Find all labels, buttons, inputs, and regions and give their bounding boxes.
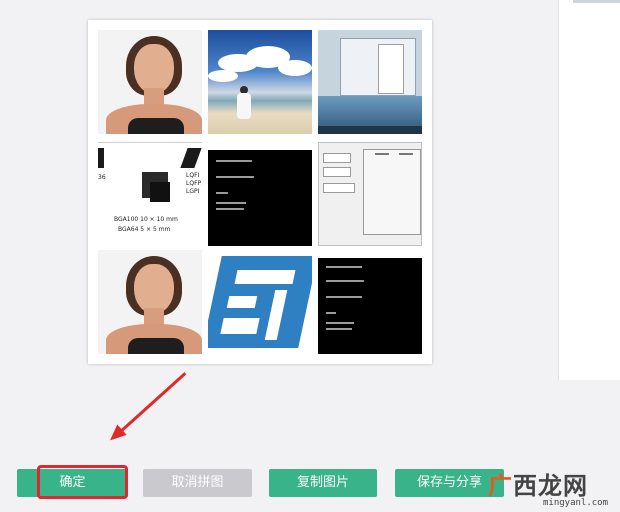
collage-tile-form-window[interactable] (318, 142, 422, 246)
chip-label-bga100: BGA100 10 × 10 mm (114, 216, 178, 223)
cancel-collage-button[interactable]: 取消拼图 (143, 469, 252, 497)
collage-tile-beach[interactable] (208, 30, 312, 134)
confirm-highlight-box (37, 465, 128, 499)
red-arrow-annotation (112, 372, 187, 439)
collage-tile-portrait-1[interactable] (98, 30, 202, 134)
chip-side-label-right: LQFI LQFP1 LGPI (186, 172, 202, 195)
collage-tile-console-1[interactable] (208, 142, 312, 246)
watermark-url: mingyanl.com (543, 498, 609, 508)
collage-tile-desktop-screenshot[interactable] (318, 30, 422, 134)
watermark-logo: 广西龙网 (488, 472, 588, 500)
chip-label-bga64: BGA64 5 × 5 mm (118, 226, 171, 233)
collage-tile-portrait-2[interactable] (98, 250, 202, 354)
collage-tile-chip-packages[interactable]: 36 LQFI LQFP1 LGPI BGA100 10 × 10 mm BGA… (98, 142, 202, 246)
copy-image-button[interactable]: 复制图片 (269, 469, 377, 497)
chip-side-label-left: 36 (98, 174, 106, 181)
panel-scroll-indicator (573, 0, 620, 3)
collage-canvas: 36 LQFI LQFP1 LGPI BGA100 10 × 10 mm BGA… (88, 20, 432, 364)
collage-tile-st-logo[interactable] (208, 250, 312, 354)
right-side-panel (558, 0, 620, 380)
collage-tile-console-2[interactable] (318, 250, 422, 354)
